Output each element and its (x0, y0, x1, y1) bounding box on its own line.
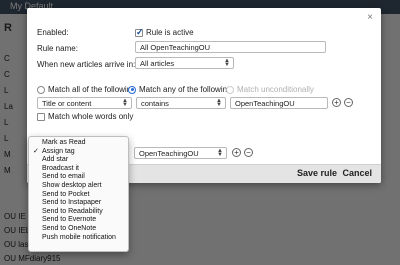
menu-item-mark-as-read[interactable]: Mark as Read (29, 139, 128, 148)
menu-item-send-to-instapaper[interactable]: Send to Instapaper (29, 199, 128, 208)
menu-item-label: Assign tag (42, 147, 75, 155)
menu-item-label: Push mobile notification (42, 233, 116, 241)
match-whole-words-checkbox[interactable] (37, 112, 45, 121)
action-tag-select[interactable]: OpenTeachingOU ▲ ▼ (134, 147, 227, 159)
menu-item-add-star[interactable]: Add star (29, 156, 128, 165)
menu-item-send-to-onenote[interactable]: Send to OneNote (29, 225, 128, 234)
menu-item-push-mobile-notification[interactable]: Push mobile notification (29, 234, 128, 243)
condition-field-select[interactable]: Title or content ▲ ▼ (37, 97, 132, 109)
rule-active-checkbox[interactable] (135, 27, 144, 38)
enabled-label: Enabled: (37, 28, 69, 37)
menu-item-label: Send to Evernote (42, 216, 97, 224)
select-arrows-icon: ▲ ▼ (217, 148, 223, 158)
menu-item-label: Send to Pocket (42, 190, 90, 198)
match-whole-words-option[interactable]: Match whole words only (37, 112, 133, 121)
match-any-option[interactable]: Match any of the following (128, 85, 232, 94)
rule-active-label: Rule is active (146, 28, 194, 37)
checkmark-icon: ✓ (33, 147, 39, 155)
menu-item-label: Mark as Read (42, 139, 86, 146)
menu-item-label: Broadcast it (42, 164, 79, 172)
rule-active-toggle[interactable]: Rule is active (135, 27, 194, 38)
add-condition-icon[interactable]: + (332, 98, 341, 107)
cancel-button[interactable]: Cancel (342, 168, 372, 178)
when-new-label: When new articles arrive in: (37, 60, 136, 69)
remove-condition-icon[interactable]: − (344, 98, 353, 107)
menu-item-label: Show desktop alert (42, 181, 102, 189)
menu-item-label: Send to email (42, 173, 85, 181)
action-type-menu: Mark as Read ✓ Assign tag Add star Broadc… (28, 136, 129, 252)
menu-item-send-to-email[interactable]: Send to email (29, 173, 128, 182)
condition-text-input[interactable]: OpenTeachingOU (230, 97, 328, 109)
menu-item-broadcast[interactable]: Broadcast it (29, 165, 128, 174)
menu-item-label: Send to Readability (42, 207, 103, 215)
menu-item-label: Send to Instapaper (42, 199, 102, 207)
menu-item-label: Add star (42, 156, 69, 164)
condition-operator-select[interactable]: contains ▲ ▼ (136, 97, 226, 109)
match-all-option[interactable]: Match all of the following (37, 85, 136, 94)
rule-name-label: Rule name: (37, 44, 78, 53)
match-all-radio[interactable] (37, 85, 45, 94)
menu-item-show-desktop-alert[interactable]: Show desktop alert (29, 182, 128, 191)
match-any-label: Match any of the following (139, 85, 232, 94)
add-action-icon[interactable]: + (232, 148, 241, 157)
match-all-label: Match all of the following (48, 85, 136, 94)
menu-item-send-to-evernote[interactable]: Send to Evernote (29, 216, 128, 225)
close-icon[interactable]: × (367, 12, 373, 23)
menu-item-send-to-pocket[interactable]: Send to Pocket (29, 191, 128, 200)
menu-item-label: Send to OneNote (42, 224, 97, 232)
match-unconditionally-option[interactable]: Match unconditionally (226, 85, 314, 94)
feed-select-value: All articles (140, 59, 175, 68)
action-tag-value: OpenTeachingOU (139, 149, 199, 158)
remove-action-icon[interactable]: − (244, 148, 253, 157)
match-any-radio[interactable] (128, 85, 136, 94)
select-arrows-icon: ▲ ▼ (122, 98, 128, 108)
save-rule-button[interactable]: Save rule (297, 168, 337, 178)
menu-item-send-to-readability[interactable]: Send to Readability (29, 208, 128, 217)
feed-select[interactable]: All articles ▲ ▼ (135, 57, 234, 69)
match-whole-words-label: Match whole words only (48, 112, 134, 121)
condition-operator-value: contains (141, 99, 169, 108)
condition-field-value: Title or content (42, 99, 92, 108)
match-unconditionally-label: Match unconditionally (237, 85, 314, 94)
rule-name-input[interactable]: All OpenTeachingOU (135, 41, 326, 53)
menu-item-assign-tag[interactable]: ✓ Assign tag (29, 148, 128, 157)
match-unconditionally-radio[interactable] (226, 85, 234, 94)
select-arrows-icon: ▲ ▼ (216, 98, 222, 108)
select-arrows-icon: ▲ ▼ (224, 58, 230, 68)
